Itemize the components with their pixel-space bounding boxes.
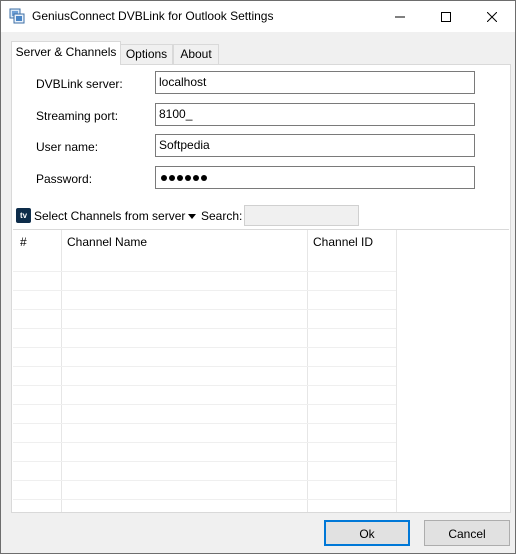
password-dot (161, 174, 167, 181)
tab-options[interactable]: Options (120, 44, 173, 64)
column-divider (61, 230, 62, 512)
tv-icon: tv (16, 208, 31, 223)
row-divider (13, 480, 396, 481)
row-divider (13, 309, 396, 310)
minimize-button[interactable] (377, 1, 423, 32)
row-divider (13, 290, 396, 291)
row-divider (13, 366, 396, 367)
search-label: Search: (201, 209, 243, 223)
title-bar[interactable]: GeniusConnect DVBLink for Outlook Settin… (1, 1, 515, 32)
port-field[interactable]: 8100_ (155, 103, 475, 126)
row-divider (13, 404, 396, 405)
server-field[interactable]: localhost (155, 71, 475, 94)
row-divider (13, 347, 396, 348)
password-dot (201, 174, 207, 181)
column-header-channel-id[interactable]: Channel ID (313, 230, 373, 257)
close-button[interactable] (469, 1, 515, 32)
column-divider (307, 230, 308, 512)
password-dot (185, 174, 191, 181)
row-divider (13, 271, 396, 272)
column-header-number[interactable]: # (20, 230, 27, 257)
monitor-app-icon (9, 8, 25, 24)
row-divider (13, 328, 396, 329)
tab-server-channels[interactable]: Server & Channels (11, 41, 121, 65)
server-label: DVBLink server: (36, 77, 123, 91)
settings-window: GeniusConnect DVBLink for Outlook Settin… (0, 0, 516, 554)
column-header-channel-name[interactable]: Channel Name (67, 230, 147, 257)
maximize-icon (441, 11, 451, 22)
username-label: User name: (36, 140, 99, 154)
window-title: GeniusConnect DVBLink for Outlook Settin… (32, 9, 274, 23)
search-input[interactable] (244, 205, 359, 226)
password-field[interactable] (155, 166, 475, 189)
row-divider (13, 442, 396, 443)
close-icon (487, 11, 497, 22)
password-dot (177, 174, 183, 181)
minimize-icon (395, 16, 405, 17)
chevron-down-icon[interactable] (188, 214, 196, 219)
channel-grid[interactable]: # Channel Name Channel ID (13, 229, 509, 512)
row-divider (13, 385, 396, 386)
password-dot (193, 174, 199, 181)
cancel-button[interactable]: Cancel (424, 520, 510, 546)
column-divider (396, 230, 397, 512)
channel-toolbar: tv Select Channels from server Search: (13, 204, 509, 228)
server-channels-panel: DVBLink server: localhost Streaming port… (11, 64, 511, 513)
row-divider (13, 499, 396, 500)
username-field[interactable]: Softpedia (155, 134, 475, 157)
row-divider (13, 423, 396, 424)
password-dot (169, 174, 175, 181)
password-mask (161, 167, 209, 188)
password-label: Password: (36, 172, 93, 186)
maximize-button[interactable] (423, 1, 469, 32)
select-channels-button[interactable]: Select Channels from server (34, 209, 185, 223)
tab-about[interactable]: About (173, 44, 219, 64)
port-label: Streaming port: (36, 109, 119, 123)
row-divider (13, 461, 396, 462)
ok-button[interactable]: Ok (324, 520, 410, 546)
